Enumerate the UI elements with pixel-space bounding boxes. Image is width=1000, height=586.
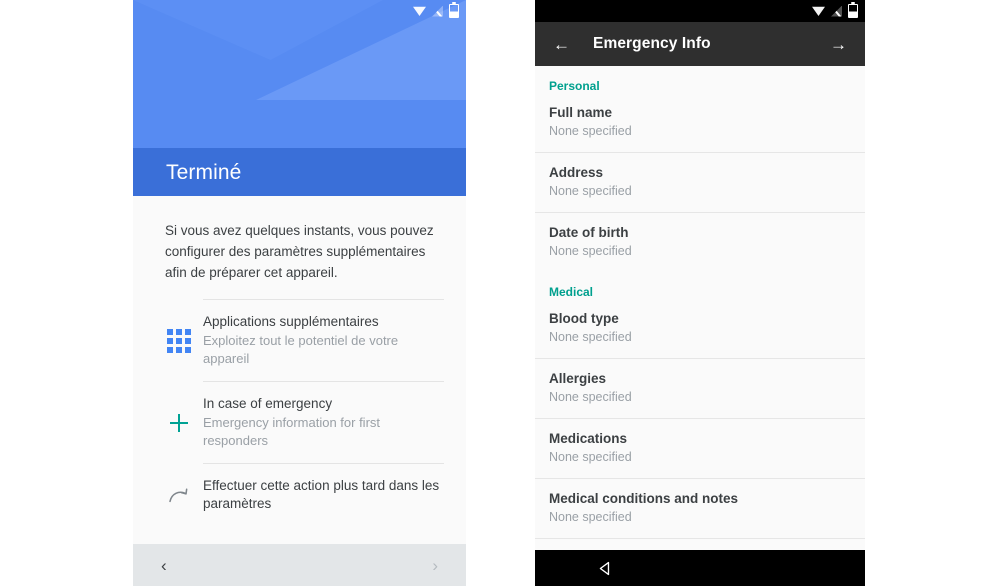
status-bar	[535, 0, 865, 22]
row-value: None specified	[549, 390, 632, 404]
list-item-subtitle: Emergency information for first responde…	[203, 415, 381, 448]
row-label: Blood type	[549, 311, 619, 326]
table-row[interactable]: Date of birth None specified	[535, 213, 865, 272]
redo-later-icon	[155, 485, 203, 505]
table-row[interactable]: Blood type None specified	[535, 299, 865, 359]
app-toolbar: ← Emergency Info →	[535, 22, 865, 66]
wizard-navigation-bar: ‹ ›	[133, 544, 466, 586]
list-item-emergency[interactable]: In case of emergency Emergency informati…	[133, 381, 466, 463]
table-row[interactable]: Medical conditions and notes None specif…	[535, 479, 865, 539]
section-header-medical: Medical	[549, 285, 594, 299]
setup-wizard-phone: Terminé Si vous avez quelques instants, …	[133, 0, 466, 586]
emergency-info-list: Personal Full name None specified Addres…	[535, 66, 865, 550]
back-chevron-icon[interactable]: ‹	[161, 557, 167, 574]
section-header-personal: Personal	[549, 79, 600, 93]
battery-icon	[848, 4, 858, 18]
table-row[interactable]: Allergies None specified	[535, 359, 865, 419]
row-value: None specified	[549, 124, 632, 138]
emergency-info-phone: ← Emergency Info → Personal Full name No…	[535, 0, 865, 586]
forward-chevron-icon[interactable]: ›	[432, 557, 438, 574]
forward-arrow-icon[interactable]: →	[830, 36, 847, 53]
plus-icon	[155, 411, 203, 433]
list-item-title: In case of emergency	[203, 396, 333, 411]
list-item-do-later[interactable]: Effectuer cette action plus tard dans le…	[133, 463, 466, 526]
system-navigation-bar	[535, 550, 865, 586]
list-item-extra-apps[interactable]: Applications supplémentaires Exploitez t…	[133, 299, 466, 381]
row-label: Date of birth	[549, 225, 629, 240]
row-value: None specified	[549, 184, 632, 198]
list-item-title: Effectuer cette action plus tard dans le…	[203, 478, 440, 511]
row-value: None specified	[549, 330, 632, 344]
row-value: None specified	[549, 244, 632, 258]
toolbar-title: Emergency Info	[593, 35, 711, 52]
battery-icon	[449, 4, 459, 18]
table-row[interactable]: Full name None specified	[535, 93, 865, 153]
row-label: Full name	[549, 105, 613, 120]
table-row[interactable]: Medications None specified	[535, 419, 865, 479]
signal-icon	[831, 5, 842, 17]
intro-text: Si vous avez quelques instants, vous pou…	[165, 223, 434, 280]
list-item-subtitle: Exploitez tout le potentiel de votre app…	[203, 333, 399, 366]
wifi-icon	[812, 6, 825, 16]
list-item-title: Applications supplémentaires	[203, 314, 379, 329]
row-label: Medical conditions and notes	[549, 491, 739, 506]
setup-options-list: Applications supplémentaires Exploitez t…	[133, 289, 466, 526]
back-arrow-icon[interactable]: ←	[553, 36, 570, 53]
row-label: Medications	[549, 431, 628, 446]
apps-grid-icon	[155, 327, 203, 353]
row-label: Allergies	[549, 371, 607, 386]
status-bar-icons	[812, 4, 858, 18]
row-value: None specified	[549, 450, 632, 464]
back-triangle-icon[interactable]	[597, 560, 614, 577]
table-row[interactable]: Address None specified	[535, 153, 865, 213]
hero-banner: Terminé	[133, 0, 466, 196]
page-title: Terminé	[166, 161, 242, 184]
row-label: Address	[549, 165, 604, 180]
row-value: None specified	[549, 510, 632, 524]
